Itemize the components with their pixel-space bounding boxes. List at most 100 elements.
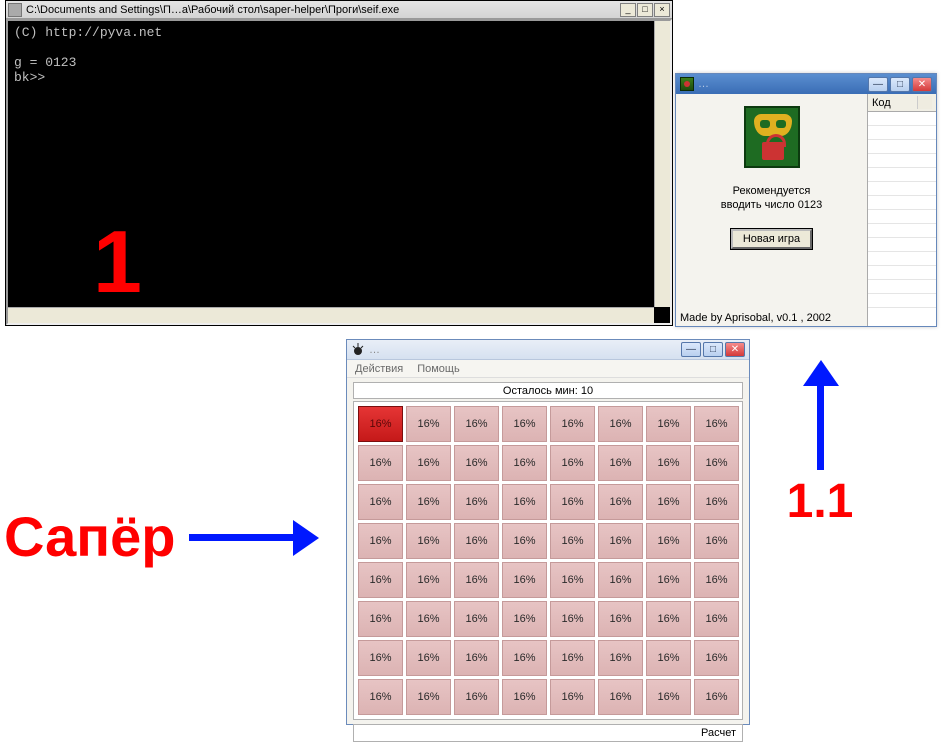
grid-cell[interactable]: 16% xyxy=(502,484,547,520)
list-item[interactable] xyxy=(868,112,936,126)
list-item[interactable] xyxy=(868,196,936,210)
grid-cell[interactable]: 16% xyxy=(550,445,595,481)
grid-cell[interactable]: 16% xyxy=(454,562,499,598)
grid-cell[interactable]: 16% xyxy=(358,601,403,637)
grid-cell[interactable]: 16% xyxy=(550,484,595,520)
console-titlebar[interactable]: C:\Documents and Settings\П…a\Рабочий ст… xyxy=(6,1,672,19)
grid-cell[interactable]: 16% xyxy=(694,601,739,637)
grid-cell[interactable]: 16% xyxy=(454,523,499,559)
grid-cell[interactable]: 16% xyxy=(406,484,451,520)
grid-cell[interactable]: 16% xyxy=(694,484,739,520)
menu-help[interactable]: Помощь xyxy=(417,363,460,375)
grid-cell[interactable]: 16% xyxy=(502,601,547,637)
grid-cell[interactable]: 16% xyxy=(598,484,643,520)
minimize-button[interactable]: — xyxy=(681,342,701,357)
maximize-button[interactable]: □ xyxy=(703,342,723,357)
grid-cell[interactable]: 16% xyxy=(646,406,691,442)
grid-cell[interactable]: 16% xyxy=(454,601,499,637)
close-button[interactable]: ✕ xyxy=(725,342,745,357)
grid-cell[interactable]: 16% xyxy=(406,406,451,442)
console-scrollbar-vertical[interactable] xyxy=(654,21,670,307)
close-button[interactable]: × xyxy=(654,3,670,17)
grid-cell[interactable]: 16% xyxy=(502,562,547,598)
grid-cell[interactable]: 16% xyxy=(646,640,691,676)
grid-cell[interactable]: 16% xyxy=(550,523,595,559)
reco-line-2: вводить число 0123 xyxy=(721,199,822,211)
grid-cell[interactable]: 16% xyxy=(598,562,643,598)
minimize-button[interactable]: — xyxy=(868,77,888,92)
grid-cell[interactable]: 16% xyxy=(694,523,739,559)
grid-cell[interactable]: 16% xyxy=(502,640,547,676)
code-list[interactable] xyxy=(868,112,936,326)
grid-cell[interactable]: 16% xyxy=(406,562,451,598)
grid-cell[interactable]: 16% xyxy=(550,679,595,715)
grid-cell[interactable]: 16% xyxy=(358,640,403,676)
grid-cell[interactable]: 16% xyxy=(406,523,451,559)
grid-cell[interactable]: 16% xyxy=(598,445,643,481)
grid-cell[interactable]: 16% xyxy=(694,562,739,598)
list-item[interactable] xyxy=(868,140,936,154)
grid-cell[interactable]: 16% xyxy=(358,679,403,715)
grid-cell[interactable]: 16% xyxy=(358,523,403,559)
grid-cell[interactable]: 16% xyxy=(598,523,643,559)
list-item[interactable] xyxy=(868,182,936,196)
grid-cell[interactable]: 16% xyxy=(646,562,691,598)
grid-cell[interactable]: 16% xyxy=(502,679,547,715)
grid-cell[interactable]: 16% xyxy=(598,406,643,442)
grid-cell[interactable]: 16% xyxy=(550,562,595,598)
maximize-button[interactable]: □ xyxy=(637,3,653,17)
grid-cell[interactable]: 16% xyxy=(454,640,499,676)
grid-cell[interactable]: 16% xyxy=(646,523,691,559)
helper-titlebar[interactable]: … — □ ✕ xyxy=(676,74,936,94)
list-item[interactable] xyxy=(868,294,936,308)
grid-cell[interactable]: 16% xyxy=(406,601,451,637)
minimize-button[interactable]: _ xyxy=(620,3,636,17)
grid-cell[interactable]: 16% xyxy=(646,484,691,520)
list-item[interactable] xyxy=(868,154,936,168)
list-item[interactable] xyxy=(868,266,936,280)
new-game-button[interactable]: Новая игра xyxy=(731,229,812,249)
grid-cell[interactable]: 16% xyxy=(406,679,451,715)
list-item[interactable] xyxy=(868,224,936,238)
close-button[interactable]: ✕ xyxy=(912,77,932,92)
grid-cell[interactable]: 16% xyxy=(598,601,643,637)
grid-cell[interactable]: 16% xyxy=(454,406,499,442)
grid-cell[interactable]: 16% xyxy=(694,406,739,442)
list-item[interactable] xyxy=(868,126,936,140)
grid-cell[interactable]: 16% xyxy=(502,445,547,481)
grid-cell[interactable]: 16% xyxy=(646,601,691,637)
grid-cell[interactable]: 16% xyxy=(550,406,595,442)
grid-cell[interactable]: 16% xyxy=(502,523,547,559)
grid-cell[interactable]: 16% xyxy=(358,406,403,442)
grid-cell[interactable]: 16% xyxy=(358,445,403,481)
grid-cell[interactable]: 16% xyxy=(646,679,691,715)
grid-cell[interactable]: 16% xyxy=(694,679,739,715)
saper-titlebar[interactable]: … — □ ✕ xyxy=(347,340,749,360)
code-column-header[interactable]: Код xyxy=(872,97,917,109)
list-item[interactable] xyxy=(868,168,936,182)
code-list-header[interactable]: Код xyxy=(868,94,936,112)
grid-cell[interactable]: 16% xyxy=(502,406,547,442)
grid-cell[interactable]: 16% xyxy=(454,679,499,715)
menu-actions[interactable]: Действия xyxy=(355,363,403,375)
list-item[interactable] xyxy=(868,252,936,266)
grid-cell[interactable]: 16% xyxy=(406,445,451,481)
maximize-button[interactable]: □ xyxy=(890,77,910,92)
grid-cell[interactable]: 16% xyxy=(454,445,499,481)
grid-cell[interactable]: 16% xyxy=(598,640,643,676)
grid-cell[interactable]: 16% xyxy=(694,445,739,481)
grid-cell[interactable]: 16% xyxy=(358,484,403,520)
console-body[interactable]: (C) http://pyva.net g = 0123 bk>> 1 xyxy=(6,19,672,325)
grid-cell[interactable]: 16% xyxy=(550,601,595,637)
grid-cell[interactable]: 16% xyxy=(358,562,403,598)
grid-cell[interactable]: 16% xyxy=(454,484,499,520)
grid-cell[interactable]: 16% xyxy=(694,640,739,676)
grid-cell[interactable]: 16% xyxy=(598,679,643,715)
grid-cell[interactable]: 16% xyxy=(646,445,691,481)
grid-cell[interactable]: 16% xyxy=(406,640,451,676)
list-item[interactable] xyxy=(868,280,936,294)
calculate-label[interactable]: Расчет xyxy=(701,727,736,739)
list-item[interactable] xyxy=(868,238,936,252)
grid-cell[interactable]: 16% xyxy=(550,640,595,676)
list-item[interactable] xyxy=(868,210,936,224)
